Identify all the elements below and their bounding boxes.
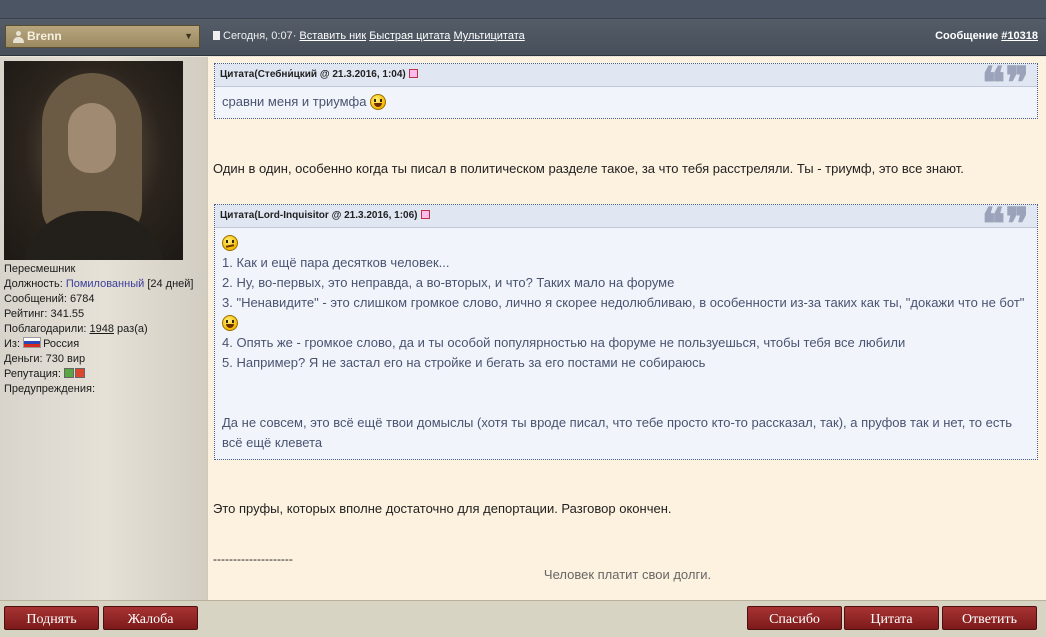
quick-quote-link[interactable]: Быстрая цитата xyxy=(369,30,450,42)
quote-line: 1. Как и ещё пара десятков человек... xyxy=(222,255,450,270)
message-label: Сообщение xyxy=(935,30,999,42)
multi-quote-link[interactable]: Мультицитата xyxy=(453,30,524,42)
separator-dot: · xyxy=(292,30,297,42)
report-button[interactable]: Жалоба xyxy=(103,606,198,630)
quote-mark-icon: ❝❞ xyxy=(981,59,1029,108)
quote-block: Цитата(Стебни́цкий @ 21.3.2016, 1:04) ❝❞… xyxy=(214,59,1038,119)
thanks-button[interactable]: Спасибо xyxy=(747,606,842,630)
user-profile-panel: Пересмешник Должность: Помилованный [24 … xyxy=(0,57,207,600)
grin-smiley-icon xyxy=(370,94,387,110)
post-content: Цитата(Стебни́цкий @ 21.3.2016, 1:04) ❝❞… xyxy=(207,57,1046,600)
quote-author: Цитата(Lord-Inquisitor @ 21.3.2016, 1:06… xyxy=(220,210,418,221)
quote-reply-line: Да не совсем, это всё ещё твои домыслы (… xyxy=(222,415,1013,430)
quote-line: 2. Ну, во-первых, это неправда, а во-вто… xyxy=(222,275,675,290)
post-meta: Сегодня, 0:07· Вставить ник Быстрая цита… xyxy=(213,30,525,42)
chevron-down-icon: ▼ xyxy=(184,31,193,41)
message-number: Сообщение #10318 xyxy=(935,30,1038,42)
user-rank: Пересмешник xyxy=(4,263,76,275)
quote-back-icon[interactable] xyxy=(420,210,430,219)
rep-minus-icon[interactable] xyxy=(63,368,74,378)
user-icon xyxy=(13,31,24,43)
rep-plus-icon[interactable] xyxy=(74,368,85,378)
user-messages: Сообщений: 6784 xyxy=(4,293,95,305)
user-position: Должность: Помилованный [24 дней] xyxy=(4,278,194,290)
message-number-link[interactable]: #10318 xyxy=(1001,30,1038,42)
user-thanked: Поблагодарили: 1948 раз(а) xyxy=(4,323,148,335)
post-time: Сегодня, 0:07 xyxy=(223,30,293,42)
russia-flag-icon xyxy=(23,337,42,348)
thanked-count-link[interactable]: 1948 xyxy=(90,323,114,335)
grin-smiley-icon xyxy=(222,315,238,331)
username: Brenn xyxy=(27,29,62,43)
quote-line: 3. "Ненавидите" - это слишком громкое сл… xyxy=(222,295,1025,310)
top-strip xyxy=(0,0,1046,19)
confused-smiley-icon xyxy=(222,235,238,251)
quote-reply-line: всё ещё клевета xyxy=(222,435,323,450)
quote-button[interactable]: Цитата xyxy=(844,606,939,630)
user-warnings: Предупреждения: xyxy=(4,383,96,395)
quote-text: сравни меня и триумфа xyxy=(222,94,367,109)
signature-divider: -------------------- xyxy=(213,552,293,566)
user-reputation: Репутация: xyxy=(4,367,193,382)
quote-header: Цитата(Стебни́цкий @ 21.3.2016, 1:04) ❝❞ xyxy=(215,59,1037,108)
quote-author: Цитата(Стебни́цкий @ 21.3.2016, 1:04) xyxy=(220,69,406,80)
reply-button[interactable]: Ответить xyxy=(942,606,1037,630)
quote-mark-icon: ❝❞ xyxy=(981,200,1029,249)
position-link[interactable]: Помилованный xyxy=(66,278,144,290)
user-country: Из: Россия xyxy=(4,337,80,350)
post-paragraph: Это пруфы, которых вполне достаточно для… xyxy=(213,501,672,516)
document-icon xyxy=(213,31,220,40)
signature: Человек платит свои долги. xyxy=(543,567,712,582)
action-bar: Поднять Жалоба Спасибо Цитата Ответить xyxy=(0,600,1046,637)
post-paragraph: Один в один, особенно когда ты писал в п… xyxy=(213,161,964,176)
quote-back-icon[interactable] xyxy=(408,69,418,78)
user-dropdown[interactable]: Brenn ▼ xyxy=(5,25,200,48)
user-avatar[interactable] xyxy=(4,61,183,260)
post-header: Brenn ▼ Сегодня, 0:07· Вставить ник Быст… xyxy=(0,19,1046,56)
user-rating: Рейтинг: 341.55 xyxy=(4,308,85,320)
user-info: Пересмешник Должность: Помилованный [24 … xyxy=(4,262,193,397)
quote-block: Цитата(Lord-Inquisitor @ 21.3.2016, 1:06… xyxy=(214,200,1038,460)
user-money: Деньги: 730 вир xyxy=(4,353,86,365)
insert-nick-link[interactable]: Вставить ник xyxy=(299,30,366,42)
quote-header: Цитата(Lord-Inquisitor @ 21.3.2016, 1:06… xyxy=(215,200,1037,249)
quote-line: 4. Опять же - громкое слово, да и ты осо… xyxy=(222,335,906,350)
up-button[interactable]: Поднять xyxy=(4,606,99,630)
quote-line: 5. Например? Я не застал его на стройке … xyxy=(222,355,706,370)
